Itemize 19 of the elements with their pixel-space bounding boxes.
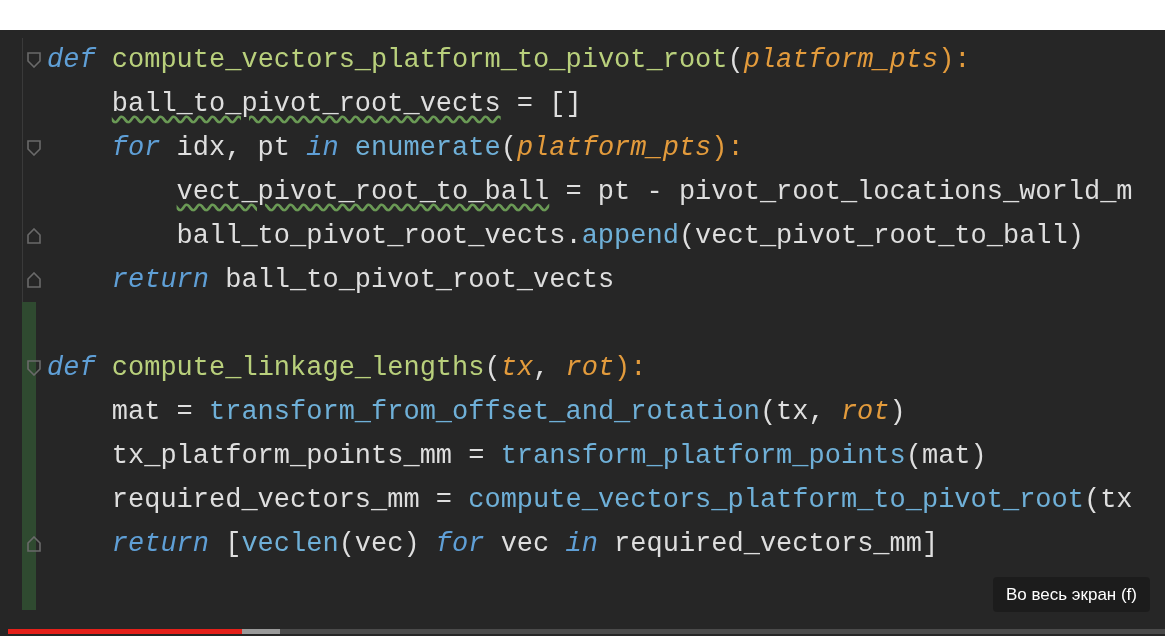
fold-icon[interactable] [27,52,41,68]
progress-bar[interactable] [8,629,1165,634]
code-line: ball_to_pivot_root_vects = [] [111,88,582,121]
code-line: def compute_linkage_lengths(tx, rot): [47,352,647,385]
code-line: for idx, pt in enumerate(platform_pts): [111,132,744,165]
fold-icon[interactable] [27,228,41,244]
fold-icon[interactable] [27,272,41,288]
fold-icon[interactable] [27,536,41,552]
code-line: mat = transform_from_offset_and_rotation(tx, rot) [111,396,906,429]
fold-icon[interactable] [27,140,41,156]
code-line: def compute_vectors_platform_to_pivot_root(platform_pts): [47,44,971,77]
code-line: tx_platform_points_mm = transform_platform_points(mat) [111,440,987,473]
tooltip: Во весь экран (f) [992,576,1150,612]
code-line: return [veclen(vec) for vec in required_vectors_mm] [111,528,939,561]
code-line: required_vectors_mm = compute_vectors_platform_to_pivot_root(tx [111,484,1133,517]
code-line: return ball_to_pivot_root_vects [111,264,615,297]
fold-icon[interactable] [27,360,41,376]
code-line: ball_to_pivot_root_vects.append(vect_pivot_root_to_ball) [176,220,1084,253]
code-line: vect_pivot_root_to_ball = pt - pivot_root_locations_world_m [176,176,1133,209]
